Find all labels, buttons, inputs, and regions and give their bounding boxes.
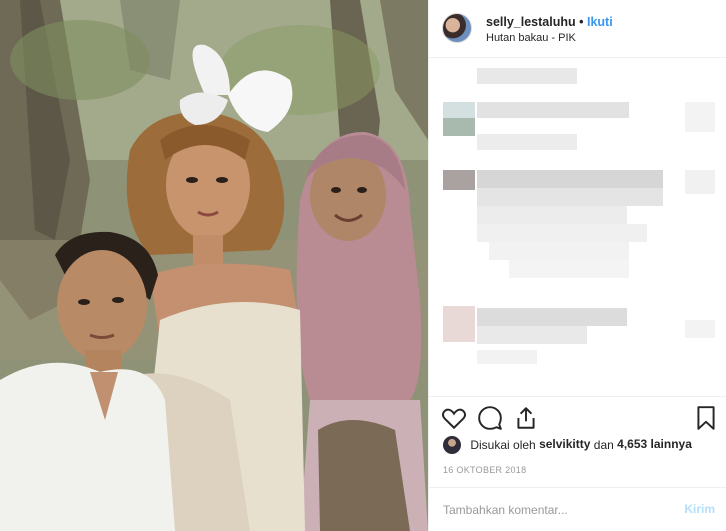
likes-count-link[interactable]: 4,653 lainnya — [617, 437, 692, 451]
photo-illustration — [0, 0, 428, 531]
share-button[interactable] — [513, 405, 539, 431]
post-user-line: selly_lestaluhu • Ikuti — [486, 15, 613, 29]
separator-dot: • — [579, 15, 584, 29]
location-link[interactable]: Hutan bakau - PIK — [486, 32, 576, 44]
post-date[interactable]: 16 OKTOBER 2018 — [443, 465, 526, 475]
avatar[interactable] — [442, 13, 472, 43]
save-button[interactable] — [693, 405, 719, 431]
liker-name-link[interactable]: selvikitty — [539, 437, 590, 451]
likes-connector: dan — [593, 438, 614, 452]
share-icon — [517, 407, 535, 429]
comments-list-pixelated — [429, 58, 726, 394]
follow-button[interactable]: Ikuti — [587, 15, 613, 29]
comment-icon — [478, 406, 502, 430]
bookmark-icon — [697, 406, 715, 430]
username-link[interactable]: selly_lestaluhu — [486, 15, 576, 29]
heart-icon — [441, 408, 467, 430]
post-header: selly_lestaluhu • Ikuti Hutan bakau - PI… — [429, 0, 726, 58]
likes-prefix: Disukai oleh — [470, 438, 536, 452]
action-bar — [429, 396, 726, 436]
add-comment-bar: Kirim — [429, 487, 726, 531]
post-comment-button[interactable]: Kirim — [684, 502, 715, 516]
comment-input[interactable] — [443, 500, 663, 520]
like-button[interactable] — [441, 405, 467, 431]
comment-button[interactable] — [477, 405, 503, 431]
post-photo[interactable] — [0, 0, 428, 531]
liker-avatar[interactable] — [443, 436, 461, 454]
post-side-panel: selly_lestaluhu • Ikuti Hutan bakau - PI… — [428, 0, 726, 531]
likes-summary: Disukai oleh selvikitty dan 4,653 lainny… — [443, 436, 692, 458]
